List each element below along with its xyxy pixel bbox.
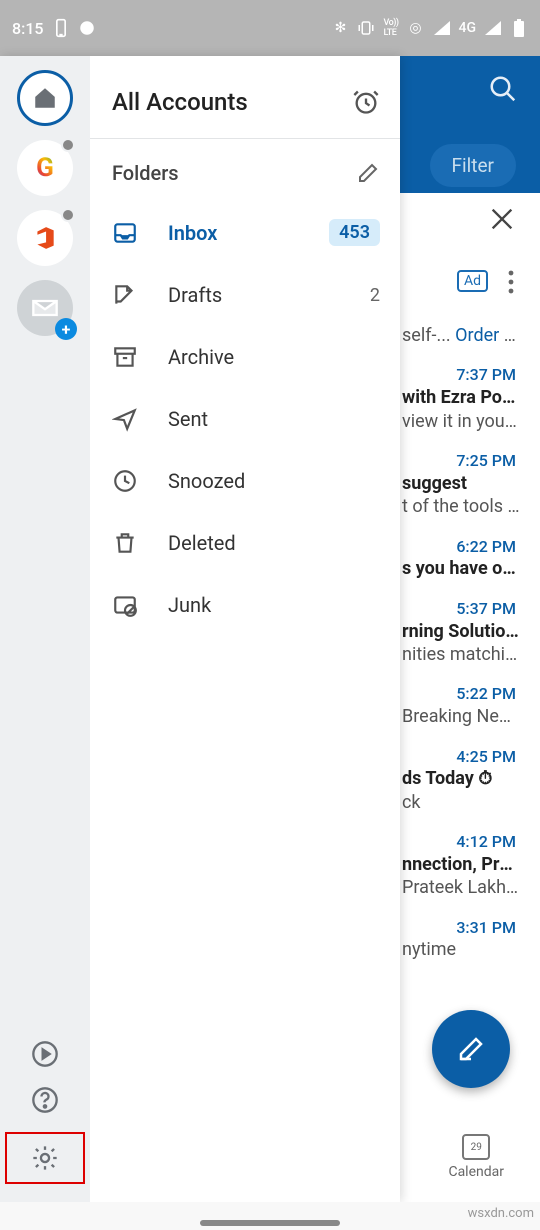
folder-label: Junk (168, 593, 211, 617)
mail-list: self-... Order now 7:37 PM with Ezra Pou… (400, 320, 524, 1118)
list-item[interactable]: self-... Order now (400, 320, 524, 361)
footer-text: wsxdn.com (468, 1206, 534, 1221)
unread-dot-icon (61, 208, 75, 222)
list-item[interactable]: 4:12 PM nnection, Preeti Prateek Lakher.… (400, 828, 524, 914)
more-icon[interactable] (508, 270, 514, 294)
archive-icon (112, 344, 138, 370)
status-bar: 8:15 ✻ Vo))LTE ◎ 4G (0, 0, 540, 56)
drawer-panel: All Accounts Folders Inbox (90, 56, 400, 1202)
folder-sent[interactable]: Sent (90, 388, 400, 450)
bluetooth-icon: ✻ (331, 19, 349, 37)
snoozed-icon (112, 468, 138, 494)
folder-label: Sent (168, 407, 208, 431)
calendar-label: Calendar (448, 1164, 504, 1180)
close-icon[interactable] (488, 205, 516, 233)
settings-highlighted (5, 1132, 85, 1184)
vibrate-icon (357, 19, 375, 37)
folder-label: Inbox (168, 221, 217, 245)
help-icon[interactable] (31, 1086, 59, 1114)
list-item[interactable]: 3:31 PM nytime (400, 914, 524, 976)
list-item[interactable]: 6:22 PM s you have on T... (400, 533, 524, 595)
drafts-icon (112, 282, 138, 308)
folder-inbox[interactable]: Inbox 453 (90, 201, 400, 264)
folder-drafts[interactable]: Drafts 2 (90, 264, 400, 326)
signal2-icon (484, 19, 502, 37)
inbox-icon (112, 220, 138, 246)
folder-count-badge: 453 (329, 219, 380, 246)
battery-icon (510, 19, 528, 37)
list-item[interactable]: 7:25 PM suggest t of the tools ou... (400, 447, 524, 533)
folder-label: Drafts (168, 283, 222, 307)
folder-label: Snoozed (168, 469, 245, 493)
calendar-tab[interactable]: 29 Calendar (448, 1134, 504, 1180)
unread-dot-icon (61, 138, 75, 152)
calendar-icon: 29 (462, 1134, 490, 1160)
folder-archive[interactable]: Archive (90, 326, 400, 388)
account-rail: G + (0, 56, 90, 1202)
folder-deleted[interactable]: Deleted (90, 512, 400, 574)
list-item[interactable]: 4:25 PM ds Today ⏱ ck (400, 743, 524, 829)
volte-icon: Vo))LTE (383, 18, 398, 38)
dnd-icon[interactable] (352, 88, 380, 116)
folder-count: 2 (370, 285, 380, 306)
rail-home[interactable] (17, 70, 73, 126)
filter-button[interactable]: Filter (430, 144, 516, 187)
trash-icon (112, 530, 138, 556)
pencil-icon[interactable] (356, 161, 380, 185)
rail-account-office[interactable] (17, 210, 73, 266)
list-item[interactable]: 5:22 PM Breaking News e... (400, 680, 524, 742)
hotspot-icon: ◎ (407, 19, 425, 37)
folder-snoozed[interactable]: Snoozed (90, 450, 400, 512)
folder-label: Deleted (168, 531, 236, 555)
rail-add-account[interactable]: + (17, 280, 73, 336)
ad-badge: Ad (457, 270, 488, 292)
navigation-drawer: G + (0, 56, 400, 1202)
rail-account-google[interactable]: G (17, 140, 73, 196)
phone-icon (52, 19, 70, 37)
signal-icon (433, 19, 451, 37)
folders-heading: Folders (112, 161, 179, 185)
list-item[interactable]: 7:37 PM with Ezra Pound view it in your … (400, 361, 524, 447)
home-indicator[interactable] (200, 1220, 340, 1226)
compose-fab[interactable] (432, 1010, 510, 1088)
sync-icon (78, 19, 96, 37)
folder-label: Archive (168, 345, 234, 369)
sent-icon (112, 406, 138, 432)
folder-junk[interactable]: Junk (90, 574, 400, 636)
play-icon[interactable] (31, 1040, 59, 1068)
network-label: 4G (459, 20, 477, 36)
gear-icon[interactable] (31, 1144, 59, 1172)
status-time: 8:15 (12, 19, 44, 38)
search-icon[interactable] (488, 74, 518, 104)
drawer-title: All Accounts (112, 88, 248, 116)
junk-icon (112, 592, 138, 618)
list-item[interactable]: 5:37 PM rning Solutions ... nities match… (400, 595, 524, 681)
plus-icon: + (55, 318, 77, 340)
